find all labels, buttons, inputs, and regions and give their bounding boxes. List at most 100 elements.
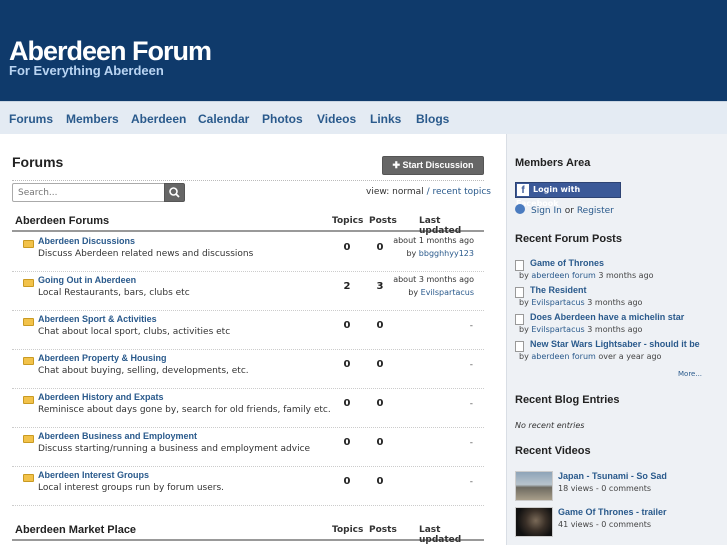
user-link[interactable]: bbgghhyy123: [419, 249, 474, 258]
recent-videos-heading: Recent Videos: [515, 445, 591, 457]
recent-post-meta: by Evilspartacus 3 months ago: [519, 298, 642, 307]
facebook-icon: f: [517, 184, 529, 196]
folder-icon: [23, 240, 34, 248]
no-entries-text: No recent entries: [515, 421, 585, 430]
last-updated-empty: -: [469, 321, 473, 331]
nav-blogs[interactable]: Blogs: [416, 111, 449, 127]
user-link[interactable]: Evilspartacus: [421, 288, 474, 297]
forum-row: Aberdeen Discussions Discuss Aberdeen re…: [12, 233, 484, 272]
video-meta: 41 views - 0 comments: [558, 520, 652, 529]
posts-count: 0: [376, 476, 384, 487]
by-label: by: [519, 271, 529, 280]
forum-name-link[interactable]: Aberdeen Business and Employment: [38, 431, 197, 441]
forum-description: Local interest groups run by forum users…: [38, 483, 225, 493]
forum-row: Aberdeen Sport & Activities Chat about l…: [12, 311, 484, 350]
by-label: by: [519, 352, 529, 361]
last-updated-time: about 1 months ago: [393, 236, 474, 245]
plus-icon: ✚: [392, 160, 400, 170]
nav-aberdeen[interactable]: Aberdeen: [131, 111, 186, 127]
video-title-link[interactable]: Game Of Thrones - trailer: [558, 507, 667, 517]
last-updated-empty: -: [469, 360, 473, 370]
site-title[interactable]: Aberdeen Forum: [9, 36, 212, 66]
posts-count: 0: [376, 320, 384, 331]
forum-name-link[interactable]: Aberdeen Interest Groups: [38, 470, 149, 480]
video-thumbnail[interactable]: [515, 471, 553, 501]
user-link[interactable]: Evilspartacus: [531, 298, 584, 307]
folder-icon: [23, 396, 34, 404]
by-label: by: [519, 325, 529, 334]
forum-row: Aberdeen Property & Housing Chat about b…: [12, 350, 484, 389]
nav-photos[interactable]: Photos: [262, 111, 303, 127]
recent-post-link[interactable]: New Star Wars Lightsaber - should it be: [530, 339, 700, 349]
forum-name-link[interactable]: Aberdeen History and Expats: [38, 392, 164, 402]
posts-count: 3: [376, 281, 384, 292]
document-icon: [515, 341, 524, 352]
last-updated-by: by bbgghhyy123: [406, 249, 474, 258]
section-title: Aberdeen Market Place: [15, 524, 137, 536]
user-link[interactable]: aberdeen forum: [531, 271, 595, 280]
register-link[interactable]: Register: [577, 206, 614, 216]
posts-count: 0: [376, 242, 384, 253]
forum-row: Aberdeen History and Expats Reminisce ab…: [12, 389, 484, 428]
by-label: by: [408, 288, 419, 297]
forum-name-link[interactable]: Aberdeen Discussions: [38, 236, 135, 246]
forum-row: Going Out in Aberdeen Local Restaurants,…: [12, 272, 484, 311]
section-title: Aberdeen Forums: [15, 215, 110, 227]
view-recent-topics-link[interactable]: recent topics: [432, 187, 491, 197]
topics-count: 0: [343, 476, 351, 487]
nav-links[interactable]: Links: [370, 111, 401, 127]
recent-post-link[interactable]: The Resident: [530, 285, 587, 295]
view-toggle: view: normal / recent topics: [366, 187, 491, 197]
topics-count: 0: [343, 242, 351, 253]
last-updated-empty: -: [469, 477, 473, 487]
document-icon: [515, 314, 524, 325]
forum-description: Chat about local sport, clubs, activitie…: [38, 327, 231, 337]
recent-post-link[interactable]: Game of Thrones: [530, 258, 604, 268]
topics-count: 0: [343, 437, 351, 448]
post-time: 3 months ago: [587, 325, 643, 334]
sign-in-link[interactable]: Sign In: [531, 206, 562, 216]
nav-forums[interactable]: Forums: [9, 111, 53, 127]
nav-members[interactable]: Members: [66, 111, 119, 127]
folder-icon: [23, 357, 34, 365]
recent-post-meta: by Evilspartacus 3 months ago: [519, 325, 642, 334]
nav-calendar[interactable]: Calendar: [198, 111, 249, 127]
main-nav: Forums Members Aberdeen Calendar Photos …: [0, 101, 727, 134]
forum-name-link[interactable]: Going Out in Aberdeen: [38, 275, 136, 285]
forum-name-link[interactable]: Aberdeen Sport & Activities: [38, 314, 157, 324]
site-tagline: For Everything Aberdeen: [9, 63, 164, 78]
forum-description: Discuss starting/running a business and …: [38, 444, 311, 454]
topics-count: 0: [343, 320, 351, 331]
start-discussion-button[interactable]: ✚ Start Discussion: [382, 156, 484, 175]
user-link[interactable]: aberdeen forum: [531, 352, 595, 361]
video-title-link[interactable]: Japan - Tsunami - So Sad: [558, 471, 667, 481]
post-time: over a year ago: [598, 352, 662, 361]
col-last-updated: Last updated: [419, 525, 462, 545]
forum-name-link[interactable]: Aberdeen Property & Housing: [38, 353, 167, 363]
search-button[interactable]: [164, 183, 185, 202]
last-updated-by: by Evilspartacus: [408, 288, 474, 297]
or-text: or: [564, 206, 574, 216]
posts-count: 0: [376, 398, 384, 409]
divider: [12, 180, 484, 181]
by-label: by: [406, 249, 417, 258]
folder-icon: [23, 435, 34, 443]
last-updated-empty: -: [469, 399, 473, 409]
nav-videos[interactable]: Videos: [317, 111, 356, 127]
user-link[interactable]: Evilspartacus: [531, 325, 584, 334]
view-normal[interactable]: normal: [392, 187, 424, 197]
forum-description: Local Restaurants, bars, clubs etc: [38, 288, 190, 298]
search-input[interactable]: [12, 183, 165, 202]
recent-post-meta: by aberdeen forum over a year ago: [519, 352, 661, 361]
video-meta: 18 views - 0 comments: [558, 484, 652, 493]
video-thumbnail[interactable]: [515, 507, 553, 537]
post-time: 3 months ago: [587, 298, 643, 307]
start-discussion-label: Start Discussion: [402, 160, 474, 170]
facebook-login-button[interactable]: f Login with Facebook: [515, 182, 621, 208]
forum-description: Chat about buying, selling, developments…: [38, 366, 249, 376]
recent-post-link[interactable]: Does Aberdeen have a michelin star: [530, 312, 684, 322]
topics-count: 2: [343, 281, 351, 292]
more-posts-link[interactable]: More...: [678, 370, 702, 378]
section-header-market-place: Aberdeen Market Place Topics Posts Last …: [12, 521, 484, 545]
section-header-aberdeen-forums: Aberdeen Forums Topics Posts Last update…: [12, 212, 484, 236]
